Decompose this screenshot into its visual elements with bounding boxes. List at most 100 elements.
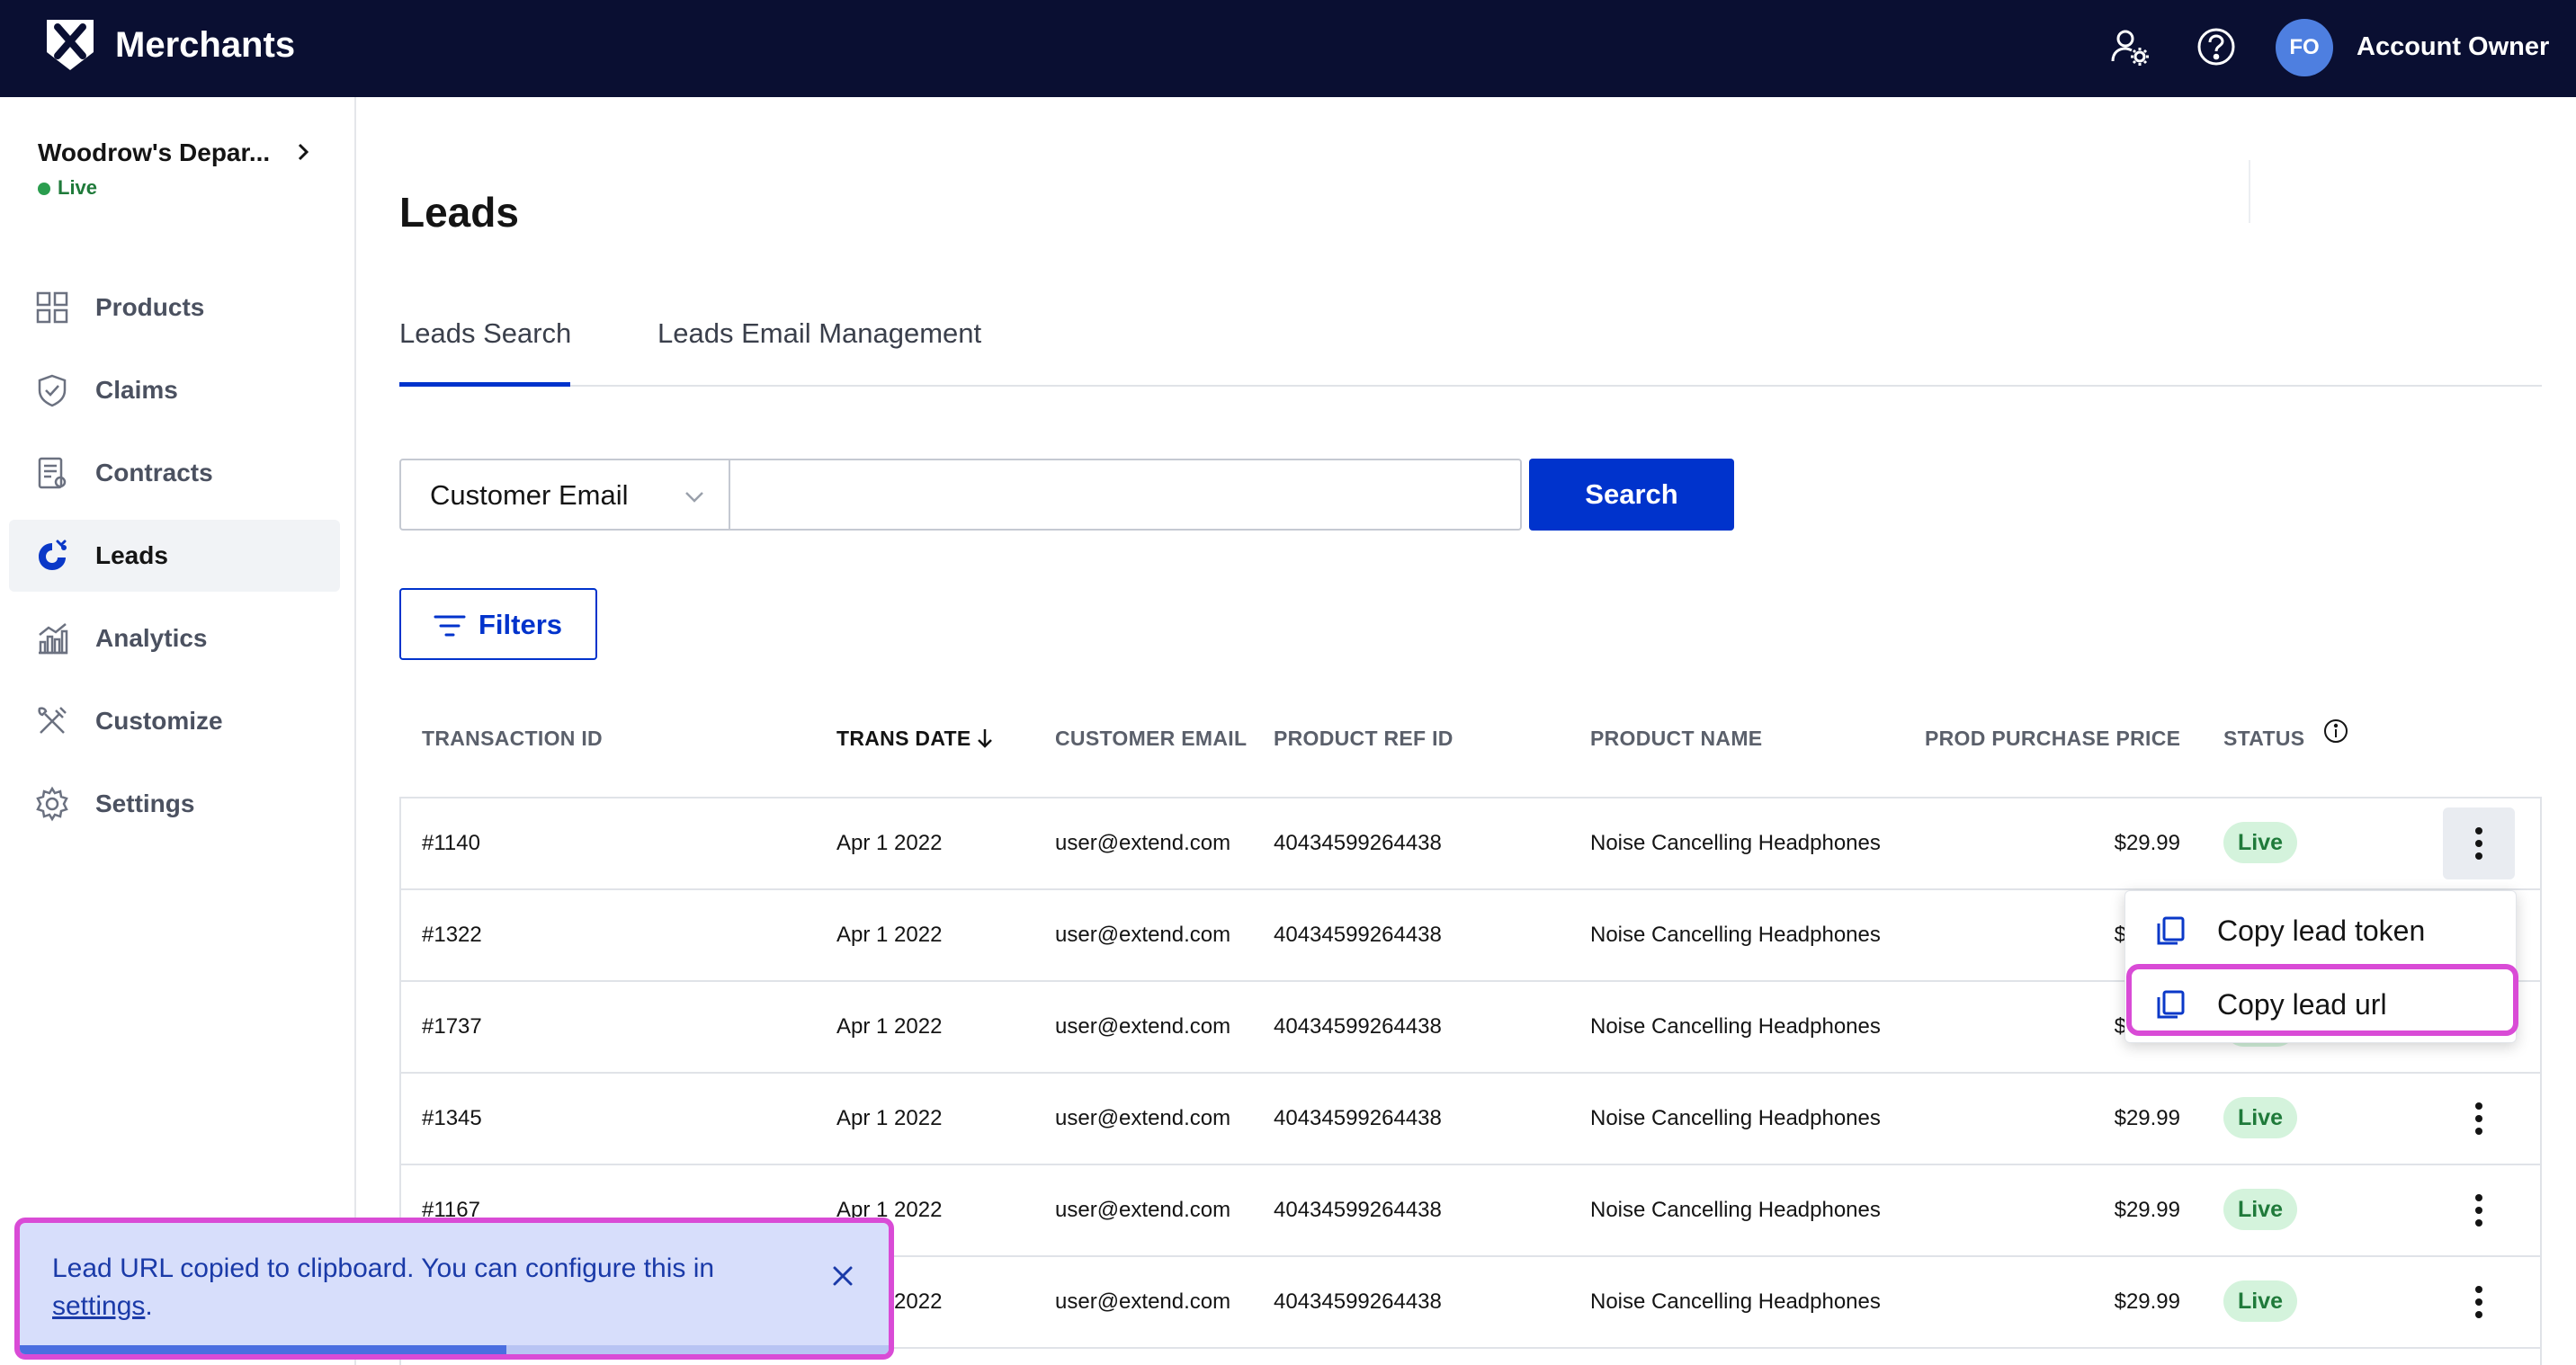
sidebar-item-label: Leads bbox=[95, 541, 168, 569]
sidebar-item-label: Customize bbox=[95, 707, 223, 735]
gear-icon bbox=[36, 786, 68, 822]
toast-settings-link[interactable]: settings bbox=[52, 1291, 145, 1321]
menu-highlight-outline bbox=[2126, 964, 2518, 1036]
cell-transaction-id: #1140 bbox=[422, 831, 480, 855]
row-actions-button[interactable] bbox=[2443, 807, 2515, 879]
cell-customer-email: user@extend.com bbox=[1055, 1289, 1231, 1314]
cell-purchase-price: $29.99 bbox=[2114, 1106, 2180, 1130]
toast-progress-bar bbox=[20, 1345, 506, 1354]
sidebar-item-label: Claims bbox=[95, 376, 178, 404]
tab-leads-email-management[interactable]: Leads Email Management bbox=[657, 313, 981, 354]
tools-icon bbox=[38, 707, 67, 734]
toast-notification: Lead URL copied to clipboard. You can co… bbox=[14, 1218, 894, 1360]
search-field-select[interactable]: Customer Email bbox=[399, 459, 730, 531]
sidebar: Woodrow's Depar... Live Products Claims … bbox=[0, 97, 356, 1365]
brand-name[interactable]: Merchants bbox=[115, 22, 295, 68]
more-vertical-icon bbox=[2475, 1286, 2482, 1318]
cell-transaction-id: #1322 bbox=[422, 923, 482, 947]
sidebar-item-label: Contracts bbox=[95, 459, 213, 486]
filters-button[interactable]: Filters bbox=[399, 588, 597, 660]
column-header-transaction-id[interactable]: TRANSACTION ID bbox=[422, 723, 603, 754]
sidebar-item-analytics[interactable]: Analytics bbox=[9, 602, 340, 674]
status-badge: Live bbox=[2223, 1189, 2298, 1230]
cell-trans-date: Apr 1 2022 bbox=[836, 1106, 943, 1130]
more-vertical-icon bbox=[2475, 1102, 2482, 1135]
cell-product-ref-id: 40434599264438 bbox=[1274, 1106, 1442, 1130]
help-icon[interactable] bbox=[2195, 25, 2238, 68]
avatar[interactable]: FO bbox=[2276, 19, 2333, 76]
search-button[interactable]: Search bbox=[1529, 459, 1734, 531]
chevron-down-icon bbox=[685, 492, 703, 503]
merchant-logo-icon[interactable] bbox=[41, 16, 99, 74]
column-header-status[interactable]: STATUS bbox=[2223, 723, 2304, 754]
cell-customer-email: user@extend.com bbox=[1055, 1014, 1231, 1039]
toast-message-suffix: . bbox=[145, 1291, 153, 1321]
user-settings-icon[interactable] bbox=[2108, 25, 2151, 68]
store-name[interactable]: Woodrow's Depar... bbox=[38, 135, 270, 171]
column-header-trans-date[interactable]: TRANS DATE bbox=[836, 723, 995, 754]
sidebar-item-leads[interactable]: Leads bbox=[9, 520, 340, 592]
cell-product-ref-id: 40434599264438 bbox=[1274, 1014, 1442, 1039]
column-header-label: TRANS DATE bbox=[836, 727, 971, 750]
row-actions-button[interactable] bbox=[2443, 1174, 2515, 1246]
store-status: Live bbox=[38, 174, 97, 201]
cell-customer-email: user@extend.com bbox=[1055, 831, 1231, 855]
more-vertical-icon bbox=[2475, 1194, 2482, 1227]
tab-leads-search[interactable]: Leads Search bbox=[399, 313, 571, 354]
search-field-selected: Customer Email bbox=[430, 479, 629, 511]
table-row[interactable]: #1345 Apr 1 2022 user@extend.com 4043459926… bbox=[399, 1074, 2542, 1165]
document-icon bbox=[38, 457, 67, 489]
account-name[interactable]: Account Owner bbox=[2357, 27, 2549, 67]
sidebar-item-products[interactable]: Products bbox=[9, 272, 340, 343]
menu-item-copy-lead-token[interactable]: Copy lead token bbox=[2125, 895, 2518, 967]
cell-product-name: Noise Cancelling Headphones bbox=[1590, 1014, 1881, 1039]
sidebar-item-label: Analytics bbox=[95, 624, 208, 652]
cell-customer-email: user@extend.com bbox=[1055, 1198, 1231, 1222]
sidebar-item-label: Settings bbox=[95, 790, 195, 817]
cell-trans-date: Apr 1 2022 bbox=[836, 923, 943, 947]
table-row[interactable]: #1140 Apr 1 2022 user@extend.com 4043459926… bbox=[399, 798, 2542, 890]
cell-trans-date: Apr 1 2022 bbox=[836, 831, 943, 855]
column-header-customer-email[interactable]: CUSTOMER EMAIL bbox=[1055, 723, 1247, 754]
arrow-down-icon bbox=[977, 729, 992, 748]
bar-chart-icon bbox=[39, 623, 68, 655]
magnet-icon bbox=[39, 540, 67, 570]
tabs-divider bbox=[399, 385, 2542, 387]
cell-product-name: Noise Cancelling Headphones bbox=[1590, 1106, 1881, 1130]
row-actions-button[interactable] bbox=[2443, 1083, 2515, 1155]
cell-transaction-id: #1345 bbox=[422, 1106, 482, 1130]
close-icon[interactable] bbox=[827, 1261, 858, 1291]
header-divider bbox=[2249, 160, 2250, 223]
cell-trans-date: Apr 1 2022 bbox=[836, 1014, 943, 1039]
sidebar-item-claims[interactable]: Claims bbox=[9, 354, 340, 426]
column-header-product-name[interactable]: PRODUCT NAME bbox=[1590, 723, 1762, 754]
row-actions-button[interactable] bbox=[2443, 1266, 2515, 1338]
cell-purchase-price: $29.99 bbox=[2114, 1289, 2180, 1314]
cell-product-name: Noise Cancelling Headphones bbox=[1590, 923, 1881, 947]
sidebar-item-settings[interactable]: Settings bbox=[9, 768, 340, 840]
grid-icon bbox=[36, 291, 68, 324]
sidebar-item-contracts[interactable]: Contracts bbox=[9, 437, 340, 509]
filters-label: Filters bbox=[479, 609, 563, 640]
cell-customer-email: user@extend.com bbox=[1055, 1106, 1231, 1130]
column-header-product-ref-id[interactable]: PRODUCT REF ID bbox=[1274, 723, 1453, 754]
info-icon[interactable] bbox=[2322, 718, 2349, 745]
toast-message: Lead URL copied to clipboard. You can co… bbox=[52, 1250, 790, 1325]
cell-product-name: Noise Cancelling Headphones bbox=[1590, 831, 1881, 855]
cell-purchase-price: $29.99 bbox=[2114, 1198, 2180, 1222]
cell-customer-email: user@extend.com bbox=[1055, 923, 1231, 947]
top-bar: Merchants FO Account Owner bbox=[0, 0, 2576, 97]
page-title: Leads bbox=[399, 189, 519, 236]
cell-product-ref-id: 40434599264438 bbox=[1274, 923, 1442, 947]
menu-item-label: Copy lead token bbox=[2217, 914, 2426, 947]
chevron-right-icon[interactable] bbox=[290, 138, 317, 165]
shield-check-icon bbox=[38, 374, 67, 407]
status-dot-icon bbox=[38, 183, 50, 195]
column-header-purchase-price[interactable]: PROD PURCHASE PRICE bbox=[1925, 723, 2180, 754]
sidebar-item-customize[interactable]: Customize bbox=[9, 685, 340, 757]
search-input[interactable] bbox=[729, 459, 1522, 531]
active-tab-indicator bbox=[399, 382, 570, 387]
cell-product-ref-id: 40434599264438 bbox=[1274, 1289, 1442, 1314]
cell-product-name: Noise Cancelling Headphones bbox=[1590, 1289, 1881, 1314]
status-badge: Live bbox=[2223, 1097, 2298, 1138]
